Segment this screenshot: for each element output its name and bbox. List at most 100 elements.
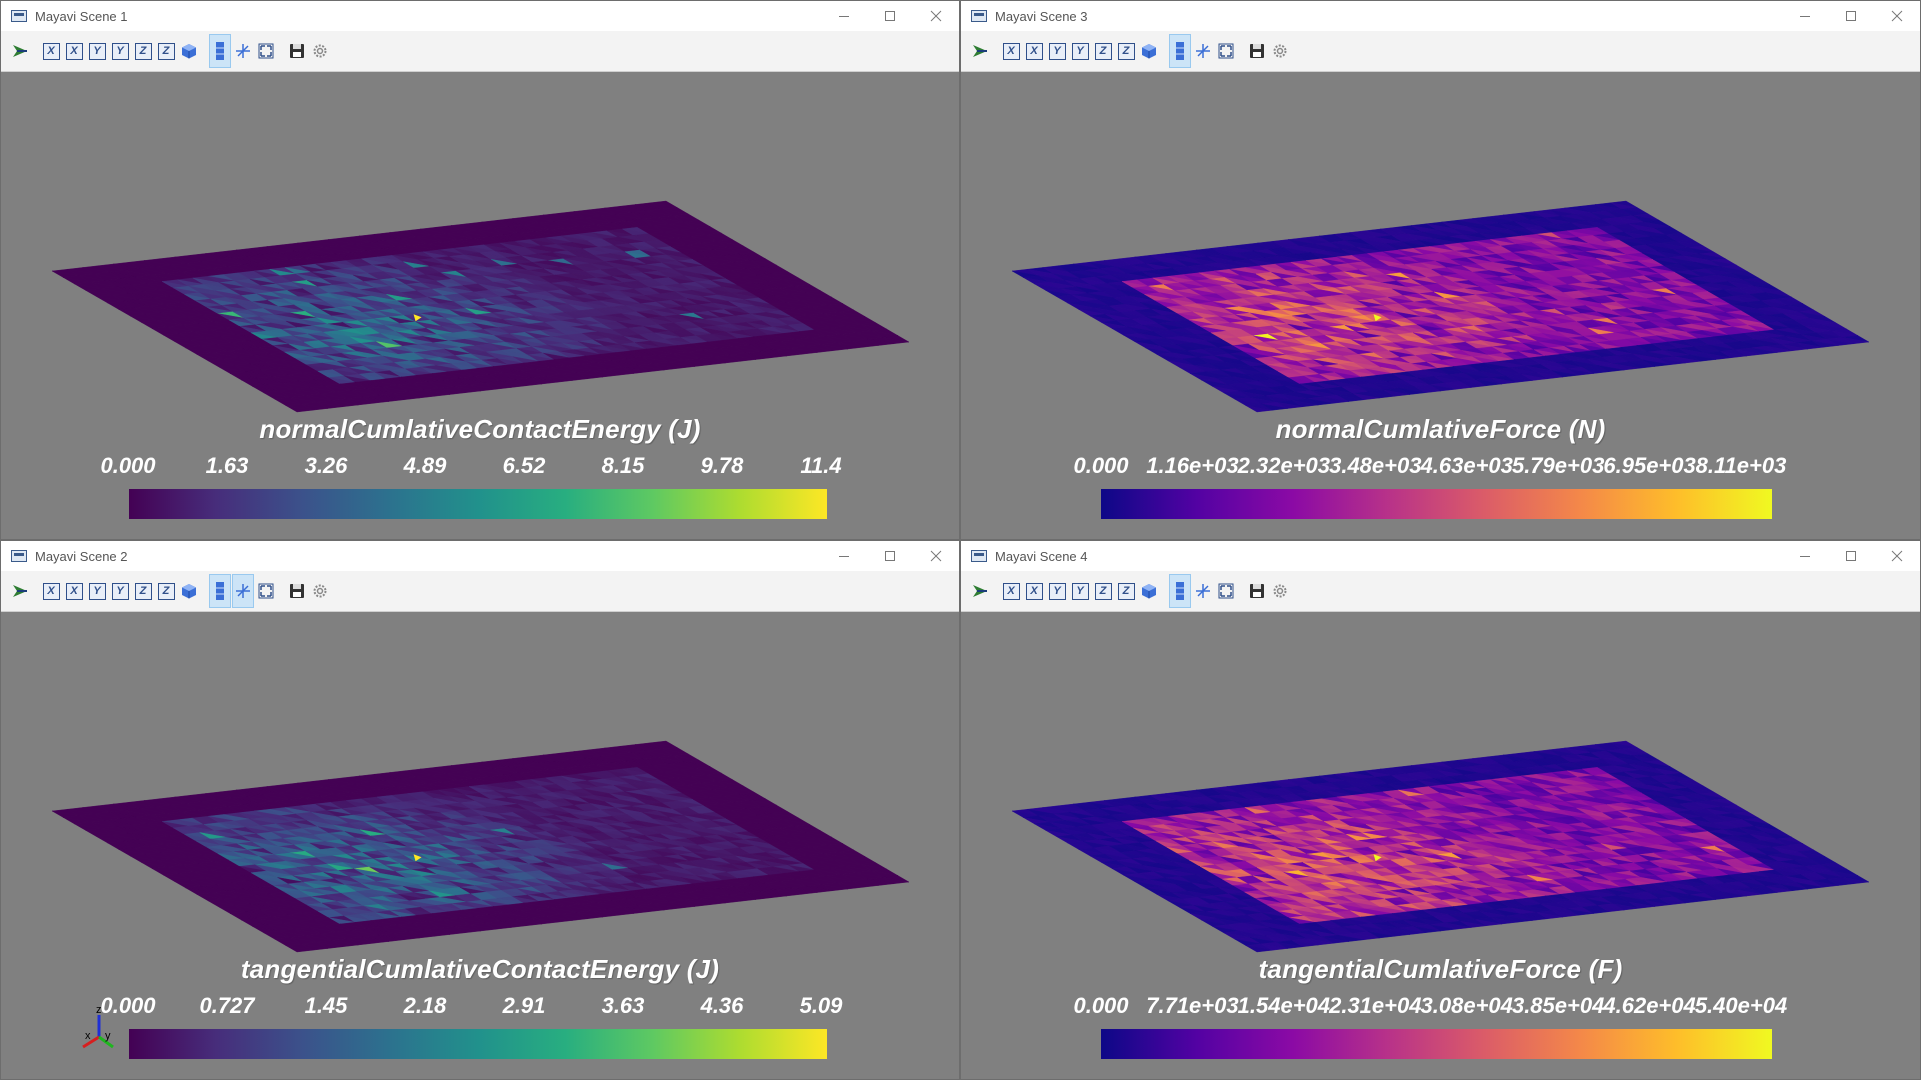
window-controls <box>821 1 959 31</box>
configure-icon <box>313 584 327 598</box>
view-x-pos-button[interactable]: X <box>40 40 62 62</box>
parallel-projection-icon <box>216 42 224 60</box>
view-x-neg-button[interactable]: X <box>1023 40 1045 62</box>
fullscreen-button[interactable] <box>255 580 277 602</box>
view-z-pos-button[interactable]: Z <box>132 40 154 62</box>
colorbar-tick-label: 3.26 <box>304 453 348 478</box>
save-icon <box>1250 44 1264 58</box>
parallel-projection-button[interactable] <box>1169 34 1191 68</box>
parallel-projection-icon <box>216 582 224 600</box>
colorbar-tick-label: 4.89 <box>403 453 447 478</box>
fullscreen-icon <box>258 43 274 59</box>
isometric-view-button[interactable] <box>178 40 200 62</box>
colorbar-tick-label: 1.63 <box>205 453 249 478</box>
mayavi-logo-icon <box>13 45 27 57</box>
isometric-view-button[interactable] <box>1138 40 1160 62</box>
maximize-button[interactable] <box>867 541 913 571</box>
save-icon <box>290 44 304 58</box>
axes-toggle-icon <box>1196 44 1210 58</box>
view-z-neg-button[interactable]: Z <box>1115 40 1137 62</box>
colorbar-title: normalCumlativeContactEnergy (J) <box>259 414 701 444</box>
axes-toggle-button[interactable] <box>1192 40 1214 62</box>
title-bar[interactable]: Mayavi Scene 1 <box>1 1 959 31</box>
view-x-neg-icon: X <box>1025 42 1043 60</box>
parallel-projection-button[interactable] <box>209 34 231 68</box>
view-x-neg-button[interactable]: X <box>63 40 85 62</box>
render-viewport[interactable]: normalCumlativeForce (N) 0.000 1.16e+03 2.… <box>961 72 1920 539</box>
mayavi-app-icon <box>971 10 987 22</box>
isometric-view-button[interactable] <box>178 580 200 602</box>
minimize-icon <box>839 16 849 17</box>
view-x-pos-icon: X <box>42 582 60 600</box>
view-z-pos-icon: Z <box>1094 42 1112 60</box>
window-title: Mayavi Scene 1 <box>35 8 128 24</box>
view-x-pos-button[interactable]: X <box>1000 40 1022 62</box>
save-snapshot-button[interactable] <box>1246 40 1268 62</box>
mayavi-pipeline-button[interactable] <box>9 40 31 62</box>
window-title: Mayavi Scene 3 <box>995 8 1088 24</box>
view-y-neg-button[interactable]: Y <box>109 580 131 602</box>
view-y-neg-icon: Y <box>111 582 129 600</box>
save-snapshot-button[interactable] <box>286 40 308 62</box>
title-bar[interactable]: Mayavi Scene 3 <box>961 1 1920 31</box>
view-z-neg-button[interactable]: Z <box>155 580 177 602</box>
view-x-pos-icon: X <box>1002 42 1020 60</box>
fullscreen-button[interactable] <box>1215 40 1237 62</box>
fullscreen-icon <box>1218 43 1234 59</box>
close-icon <box>930 10 942 22</box>
axes-toggle-button[interactable] <box>232 574 254 608</box>
view-z-pos-icon: Z <box>134 42 152 60</box>
scene-toolbar: X X Y Y Z Z <box>1 31 959 72</box>
configure-scene-button[interactable] <box>309 40 331 62</box>
render-viewport[interactable]: zxy tangentialCumlativeContactEnergy (J)… <box>1 612 959 1079</box>
view-y-pos-button[interactable]: Y <box>1046 40 1068 62</box>
maximize-button[interactable] <box>867 1 913 31</box>
isometric-icon <box>182 584 196 599</box>
view-y-neg-button[interactable]: Y <box>1069 40 1091 62</box>
view-z-neg-button[interactable]: Z <box>155 40 177 62</box>
mayavi-pipeline-button[interactable] <box>969 40 991 62</box>
mayavi-window-1[interactable]: Mayavi Scene 1 X X Y Y Z Z normalCumlati… <box>0 0 960 540</box>
mayavi-pipeline-button[interactable] <box>9 580 31 602</box>
view-y-neg-icon: Y <box>1071 42 1089 60</box>
configure-icon <box>313 44 327 58</box>
close-button[interactable] <box>913 541 959 571</box>
close-button[interactable] <box>1874 1 1920 31</box>
mayavi-window-3[interactable]: Mayavi Scene 3 X X Y Y Z Z normalCumlati… <box>960 0 1921 540</box>
isometric-icon <box>182 44 196 59</box>
minimize-button[interactable] <box>821 541 867 571</box>
colorbar-tick-label: 4.63e+03 <box>1420 453 1513 478</box>
fullscreen-button[interactable] <box>255 40 277 62</box>
view-x-neg-button[interactable]: X <box>63 580 85 602</box>
close-button[interactable] <box>913 1 959 31</box>
colorbar-tick-label: 8.11e+03 <box>1695 453 1787 478</box>
configure-scene-button[interactable] <box>1269 40 1291 62</box>
view-y-pos-button[interactable]: Y <box>86 40 108 62</box>
view-z-neg-icon: Z <box>157 42 175 60</box>
mayavi-window-2[interactable]: Mayavi Scene 2 X X Y Y Z Z z x y tangent… <box>0 540 960 1080</box>
view-y-pos-button[interactable]: Y <box>86 580 108 602</box>
isometric-icon <box>1142 44 1156 59</box>
view-y-pos-icon: Y <box>88 582 106 600</box>
colorbar-tick-label: 3.48e+03 <box>1329 453 1422 478</box>
view-y-neg-button[interactable]: Y <box>109 40 131 62</box>
minimize-button[interactable] <box>1782 1 1828 31</box>
render-viewport[interactable]: normalCumlativeContactEnergy (J) 0.000 1.… <box>1 72 959 539</box>
parallel-projection-button[interactable] <box>209 574 231 608</box>
colorbar-tick-label: 2.32e+03 <box>1237 453 1331 478</box>
configure-scene-button[interactable] <box>309 580 331 602</box>
view-z-neg-icon: Z <box>157 582 175 600</box>
save-snapshot-button[interactable] <box>286 580 308 602</box>
view-y-neg-icon: Y <box>111 42 129 60</box>
view-z-pos-button[interactable]: Z <box>132 580 154 602</box>
view-z-pos-button[interactable]: Z <box>1092 40 1114 62</box>
axes-toggle-button[interactable] <box>232 40 254 62</box>
fullscreen-icon <box>258 583 274 599</box>
window-title: Mayavi Scene 2 <box>35 548 128 564</box>
title-bar[interactable]: Mayavi Scene 2 <box>1 541 959 571</box>
minimize-button[interactable] <box>821 1 867 31</box>
mayavi-app-icon <box>11 10 27 22</box>
maximize-button[interactable] <box>1828 1 1874 31</box>
colorbar-tick-label: 1.16e+03 <box>1146 453 1239 478</box>
view-x-pos-button[interactable]: X <box>40 580 62 602</box>
